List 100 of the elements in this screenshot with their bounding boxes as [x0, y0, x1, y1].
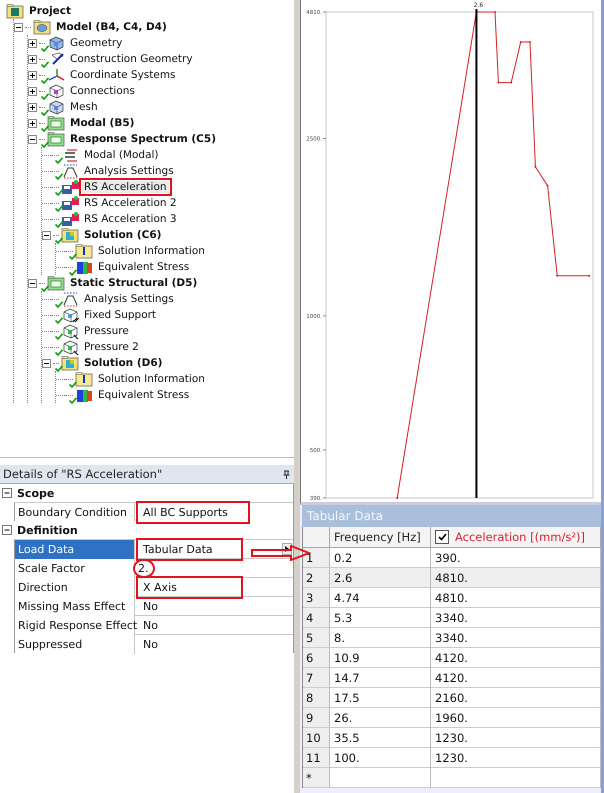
table-cell: 4120.: [431, 648, 601, 668]
table-cell: 10.9: [330, 648, 431, 668]
table-cell: 26.: [330, 708, 431, 728]
tree-item[interactable]: Modal (Modal): [82, 149, 161, 161]
table-cell: 35.5: [330, 728, 431, 748]
table-cell: 1960.: [431, 708, 601, 728]
check-icon: [69, 269, 77, 276]
property-value: No: [142, 637, 159, 653]
row-number[interactable]: 11: [303, 748, 330, 768]
tree-item[interactable]: Coordinate Systems: [68, 69, 178, 81]
table-cell: 4810.: [431, 588, 601, 608]
tree-item[interactable]: Solution Information: [96, 245, 207, 257]
tree-item[interactable]: Pressure: [82, 325, 131, 337]
section-title: Scope: [16, 486, 54, 500]
table-cell: 4.74: [330, 588, 431, 608]
row-number[interactable]: 5: [303, 628, 330, 648]
tree-item[interactable]: Pressure 2: [82, 341, 141, 353]
row-number[interactable]: 2: [303, 568, 330, 588]
collapse-button[interactable]: [14, 22, 23, 32]
expand-button[interactable]: [28, 70, 37, 80]
row-number[interactable]: 1: [303, 548, 330, 568]
property-name[interactable]: Load Data: [15, 540, 135, 559]
tree-item-icon: [73, 371, 94, 387]
row-number[interactable]: 10: [303, 728, 330, 748]
plus-icon: [29, 56, 36, 62]
column-header[interactable]: Frequency [Hz]: [330, 527, 431, 548]
property-value: No: [142, 599, 159, 615]
plus-icon: [29, 88, 36, 94]
property-name[interactable]: Direction: [15, 578, 135, 597]
tree-item[interactable]: Connections: [68, 85, 137, 97]
property-name[interactable]: Rigid Response Effect: [15, 616, 135, 635]
column-header[interactable]: Acceleration [(mm/s²)]: [455, 530, 585, 544]
row-number[interactable]: 3: [303, 588, 330, 608]
tree-item[interactable]: Solution (C6): [82, 229, 164, 241]
check-icon: [69, 397, 77, 404]
row-number: *: [303, 768, 330, 788]
tree-item[interactable]: Project: [27, 5, 74, 17]
check-icon: [41, 77, 49, 84]
tree-item-icon: [59, 179, 80, 195]
pin-icon[interactable]: [283, 470, 290, 478]
collapse-button[interactable]: [2, 488, 12, 498]
check-icon: [41, 93, 49, 100]
property-value: X Axis: [138, 578, 241, 597]
tree-item[interactable]: Modal (B5): [68, 117, 136, 129]
tree-item[interactable]: Static Structural (D5): [68, 277, 200, 289]
row-number[interactable]: 7: [303, 668, 330, 688]
property-name[interactable]: Missing Mass Effect: [15, 597, 135, 616]
check-icon: [41, 285, 49, 292]
row-number[interactable]: 9: [303, 708, 330, 728]
property-value: Tabular Data: [138, 540, 241, 559]
property-name[interactable]: Scale Factor: [15, 559, 135, 578]
tree-item-icon: [45, 275, 66, 291]
property-value: 2.: [133, 559, 154, 578]
tree-item[interactable]: Analysis Settings: [82, 165, 176, 177]
tree-item[interactable]: Fixed Support: [82, 309, 158, 321]
collapse-button[interactable]: [2, 525, 12, 535]
tree-item[interactable]: RS Acceleration 3: [82, 213, 179, 225]
checkmark-icon: [438, 533, 446, 541]
tree-item-icon: [45, 115, 66, 131]
check-icon: [55, 221, 63, 228]
tree-item-icon: [31, 19, 52, 35]
collapse-button[interactable]: [42, 358, 51, 368]
tree-item[interactable]: RS Acceleration 2: [82, 197, 179, 209]
property-value: All BC Supports: [138, 503, 248, 522]
check-icon: [55, 157, 63, 164]
collapse-button[interactable]: [42, 230, 51, 240]
tree-item[interactable]: Geometry: [68, 37, 124, 49]
expand-button[interactable]: [28, 118, 37, 128]
tree-item-icon: [59, 355, 80, 371]
expand-button[interactable]: [28, 54, 37, 64]
property-value: No: [142, 618, 159, 634]
tree-item[interactable]: Model (B4, C4, D4): [54, 21, 169, 33]
row-number[interactable]: 8: [303, 688, 330, 708]
row-number[interactable]: 4: [303, 608, 330, 628]
tree-item-icon: [59, 211, 80, 227]
tree-item[interactable]: Equivalent Stress: [96, 389, 192, 401]
tree-item[interactable]: Equivalent Stress: [96, 261, 192, 273]
tree-item[interactable]: Response Spectrum (C5): [68, 133, 218, 145]
table-cell: 1230.: [431, 748, 601, 768]
expand-button[interactable]: [28, 102, 37, 112]
tree-item[interactable]: Solution Information: [96, 373, 207, 385]
tree-item[interactable]: RS Acceleration: [82, 181, 169, 193]
expand-button[interactable]: [28, 38, 37, 48]
tree-item[interactable]: Solution (D6): [82, 357, 164, 369]
tree-item[interactable]: Construction Geometry: [68, 53, 195, 65]
collapse-button[interactable]: [28, 134, 37, 144]
expand-button[interactable]: [28, 86, 37, 96]
minus-icon: [4, 490, 10, 496]
row-number[interactable]: 6: [303, 648, 330, 668]
table-cell: 2.6: [330, 568, 431, 588]
triangle-icon: [285, 546, 289, 552]
plus-icon: [29, 120, 36, 126]
check-icon: [55, 365, 63, 372]
checkbox[interactable]: [435, 530, 449, 544]
tree-item[interactable]: Mesh: [68, 101, 100, 113]
plus-icon: [29, 40, 36, 46]
collapse-button[interactable]: [28, 278, 37, 288]
tree-item[interactable]: Analysis Settings: [82, 293, 176, 305]
check-icon: [41, 61, 49, 68]
table-cell: 3340.: [431, 608, 601, 628]
